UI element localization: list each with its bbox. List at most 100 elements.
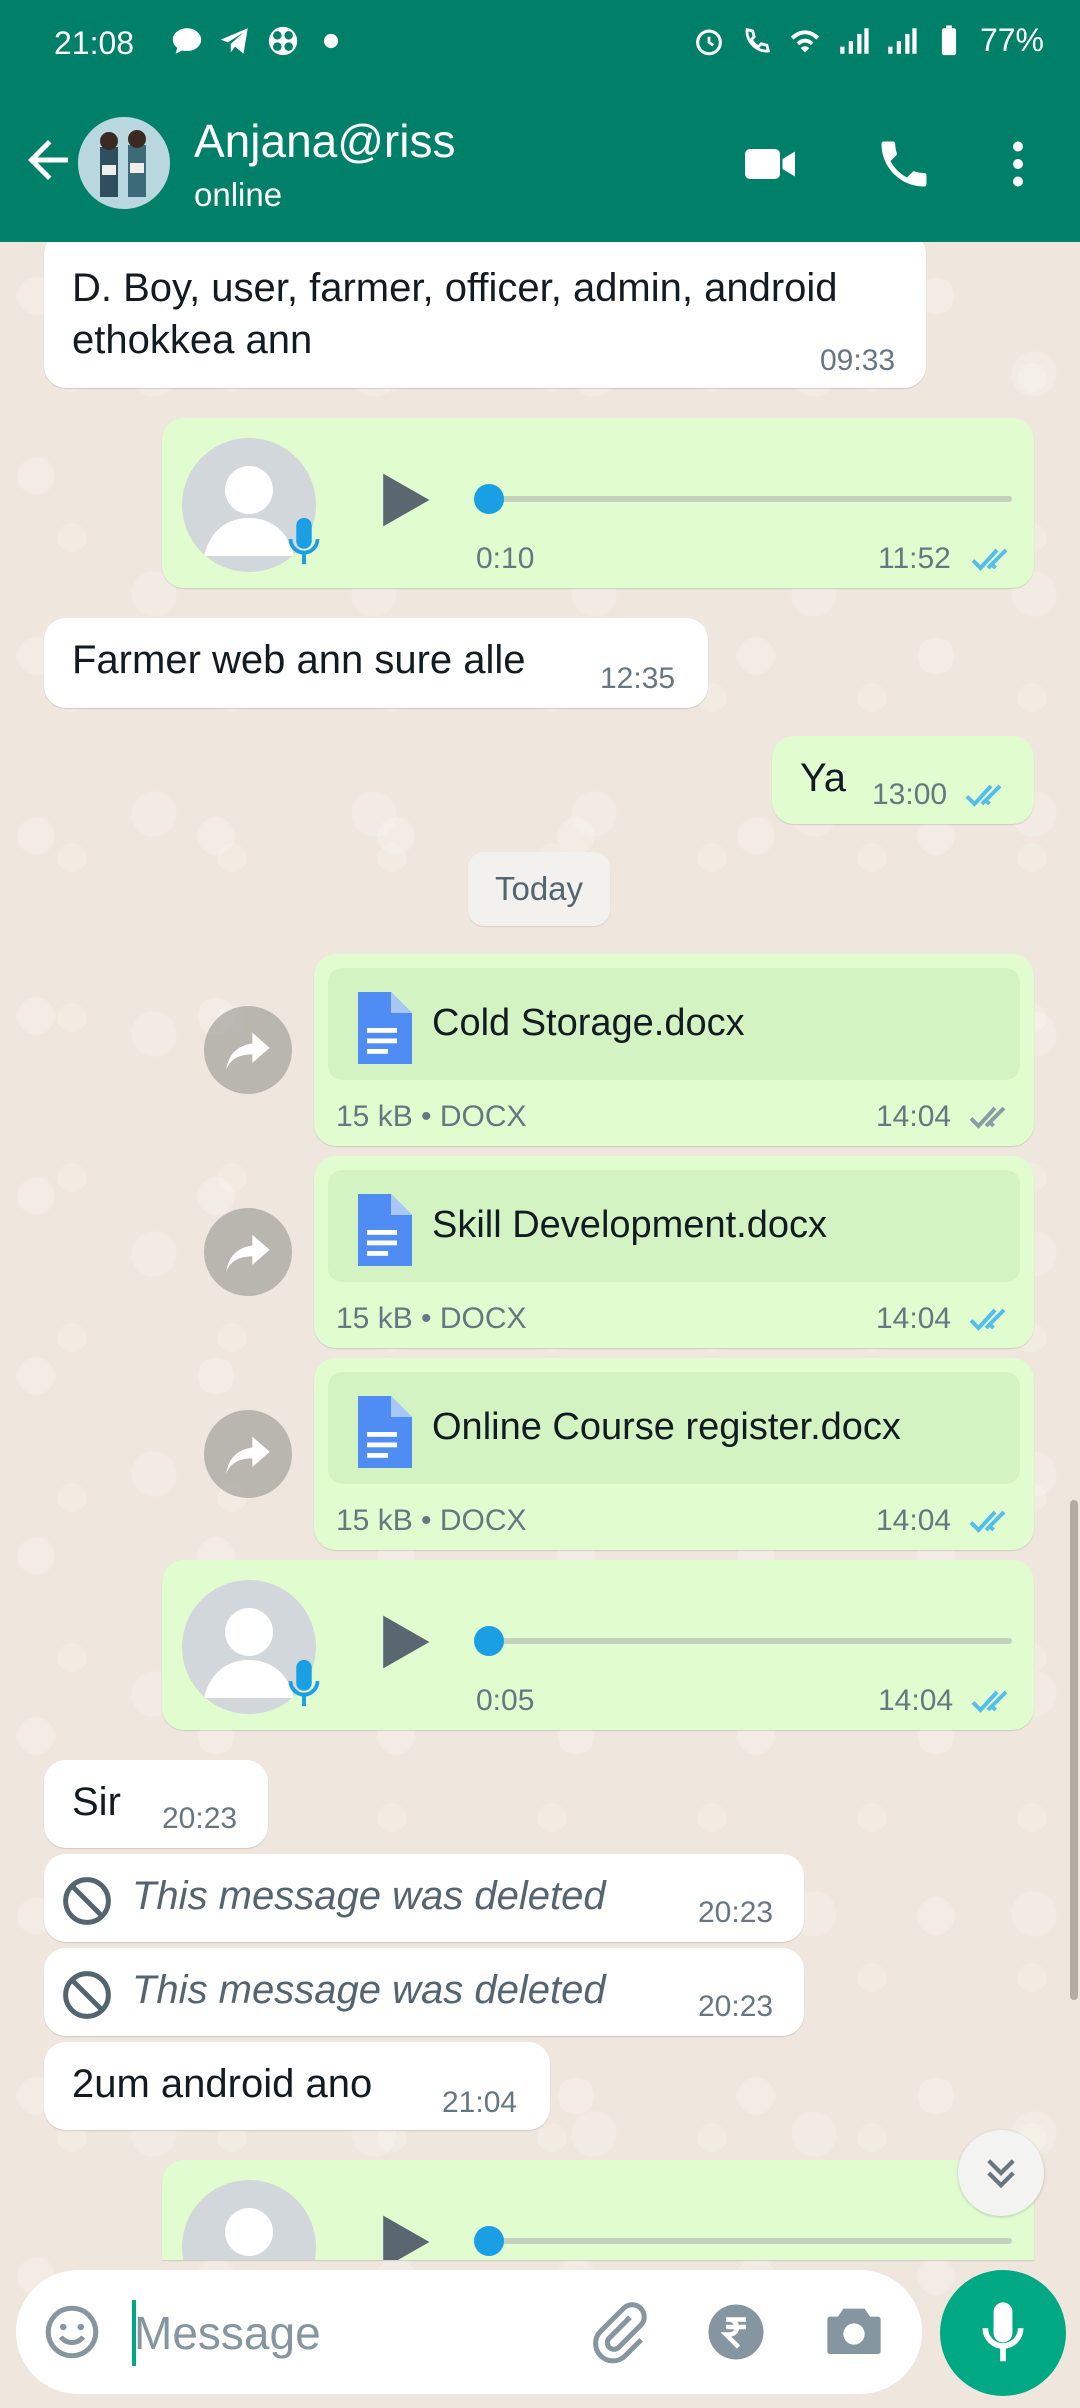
outgoing-document-message[interactable]: Cold Storage.docx 15 kB • DOCX 14:04	[314, 954, 1034, 1146]
status-time: 21:08	[54, 25, 135, 61]
video-call-icon[interactable]	[740, 134, 800, 194]
alarm-icon	[696, 29, 722, 55]
voice-progress-track[interactable]	[478, 2238, 1012, 2244]
incoming-message[interactable]: D. Boy, user, farmer, officer, admin, an…	[44, 232, 926, 388]
message-time: 20:23	[162, 1802, 238, 1835]
scrollbar[interactable]	[1070, 1500, 1078, 2000]
chevron-double-down-icon	[987, 2159, 1015, 2189]
message-time: 14:04	[876, 1302, 952, 1335]
document-card[interactable]: Online Course register.docx	[328, 1372, 1020, 1484]
document-icon	[358, 1396, 412, 1468]
message-time: 09:33	[820, 344, 896, 377]
emoji-icon[interactable]	[42, 2302, 102, 2362]
message-text: Farmer web ann sure alle	[72, 638, 526, 682]
app-notification-icon	[268, 26, 298, 56]
document-icon	[358, 1194, 412, 1266]
voice-duration: 0:10	[476, 542, 535, 575]
voice-progress-track[interactable]	[478, 496, 1012, 502]
message-time: 14:04	[876, 1100, 952, 1133]
mic-badge-icon	[288, 1659, 320, 1707]
signal-icon-1	[840, 27, 869, 54]
notification-icons	[170, 24, 348, 58]
rupee-payment-icon[interactable]	[706, 2302, 766, 2362]
contact-name[interactable]: Anjana@riss	[194, 114, 455, 168]
blocked-icon	[63, 1971, 111, 2019]
back-arrow-icon[interactable]	[18, 130, 78, 190]
document-name: Skill Development.docx	[432, 1204, 827, 1246]
forward-icon	[226, 1032, 270, 1070]
message-time: 21:04	[442, 2086, 518, 2119]
system-icons: 77%	[692, 22, 1044, 59]
message-text-line: ethokkea ann	[72, 318, 313, 362]
document-card[interactable]: Skill Development.docx	[328, 1170, 1020, 1282]
outgoing-voice-message[interactable]: 0:10 11:52	[162, 418, 1034, 588]
forward-button[interactable]	[204, 1006, 292, 1094]
signal-icon-2	[888, 27, 917, 54]
wifi-icon	[790, 29, 820, 52]
forward-button[interactable]	[204, 1410, 292, 1498]
double-tick-icon	[971, 1690, 1008, 1713]
message-text: 2um android ano	[72, 2062, 373, 2106]
message-input[interactable]: Message	[134, 2306, 321, 2360]
double-tick-icon	[965, 784, 1002, 807]
deleted-message[interactable]: This message was deleted 20:23	[44, 1854, 804, 1942]
message-time: 12:35	[600, 662, 676, 695]
top-bar: 21:08 77% Anjana@riss online	[0, 0, 1080, 242]
scroll-to-bottom-button[interactable]	[958, 2130, 1044, 2216]
outgoing-document-message[interactable]: Skill Development.docx 15 kB • DOCX 14:0…	[314, 1156, 1034, 1348]
document-meta: 15 kB • DOCX	[336, 1504, 527, 1537]
double-tick-icon	[969, 1510, 1006, 1533]
double-tick-icon	[969, 1308, 1006, 1331]
play-icon[interactable]	[370, 1608, 436, 1676]
forward-icon	[226, 1234, 270, 1272]
voice-progress-knob[interactable]	[474, 2226, 504, 2256]
message-text: Sir	[72, 1780, 121, 1824]
incoming-message[interactable]: 2um android ano 21:04	[44, 2042, 550, 2130]
message-text-line: D. Boy, user, farmer, officer, admin, an…	[72, 266, 838, 310]
wifi-calling-icon	[745, 27, 771, 52]
avatar-photo	[78, 117, 170, 209]
voice-record-button[interactable]	[940, 2270, 1066, 2396]
incoming-message[interactable]: Farmer web ann sure alle 12:35	[44, 618, 708, 708]
document-card[interactable]: Cold Storage.docx	[328, 968, 1020, 1080]
phone-icon[interactable]	[874, 134, 934, 194]
document-meta: 15 kB • DOCX	[336, 1302, 527, 1335]
date-divider: Today	[468, 852, 610, 926]
voice-duration: 0:05	[476, 1684, 535, 1717]
attach-icon[interactable]	[586, 2300, 650, 2364]
message-notification-icon	[172, 28, 202, 54]
document-name: Cold Storage.docx	[432, 1002, 745, 1044]
message-text: This message was deleted	[132, 1968, 606, 2012]
incoming-message[interactable]: Sir 20:23	[44, 1760, 268, 1848]
contact-avatar[interactable]	[78, 117, 170, 209]
message-time: 13:00	[872, 778, 948, 811]
forward-icon	[226, 1436, 270, 1474]
camera-icon[interactable]	[822, 2300, 886, 2360]
chat-header: Anjana@riss online	[0, 100, 1080, 230]
voice-progress-track[interactable]	[478, 1638, 1012, 1644]
outgoing-voice-message[interactable]: 0:05 14:04	[162, 1560, 1034, 1730]
more-options-icon[interactable]	[988, 134, 1048, 194]
play-icon[interactable]	[370, 2208, 436, 2260]
outgoing-document-message[interactable]: Online Course register.docx 15 kB • DOCX…	[314, 1358, 1034, 1550]
deleted-message[interactable]: This message was deleted 20:23	[44, 1948, 804, 2036]
forward-button[interactable]	[204, 1208, 292, 1296]
message-time: 14:04	[878, 1684, 954, 1717]
telegram-icon	[220, 28, 248, 54]
voice-progress-knob[interactable]	[474, 1626, 504, 1656]
outgoing-message[interactable]: Ya 13:00	[772, 736, 1034, 824]
dot-icon	[323, 33, 339, 49]
document-name: Online Course register.docx	[432, 1406, 901, 1448]
double-tick-icon	[971, 548, 1008, 571]
default-avatar-icon	[225, 2208, 273, 2256]
message-composer[interactable]: Message	[16, 2270, 922, 2394]
mic-badge-icon	[288, 517, 320, 565]
play-icon[interactable]	[370, 466, 436, 534]
status-bar: 21:08 77%	[0, 0, 1080, 90]
voice-progress-knob[interactable]	[474, 484, 504, 514]
document-meta: 15 kB • DOCX	[336, 1100, 527, 1133]
presence-status: online	[194, 176, 283, 213]
message-time: 20:23	[698, 1990, 774, 2023]
outgoing-voice-message-partial[interactable]	[162, 2160, 1034, 2260]
blocked-icon	[63, 1877, 111, 1925]
